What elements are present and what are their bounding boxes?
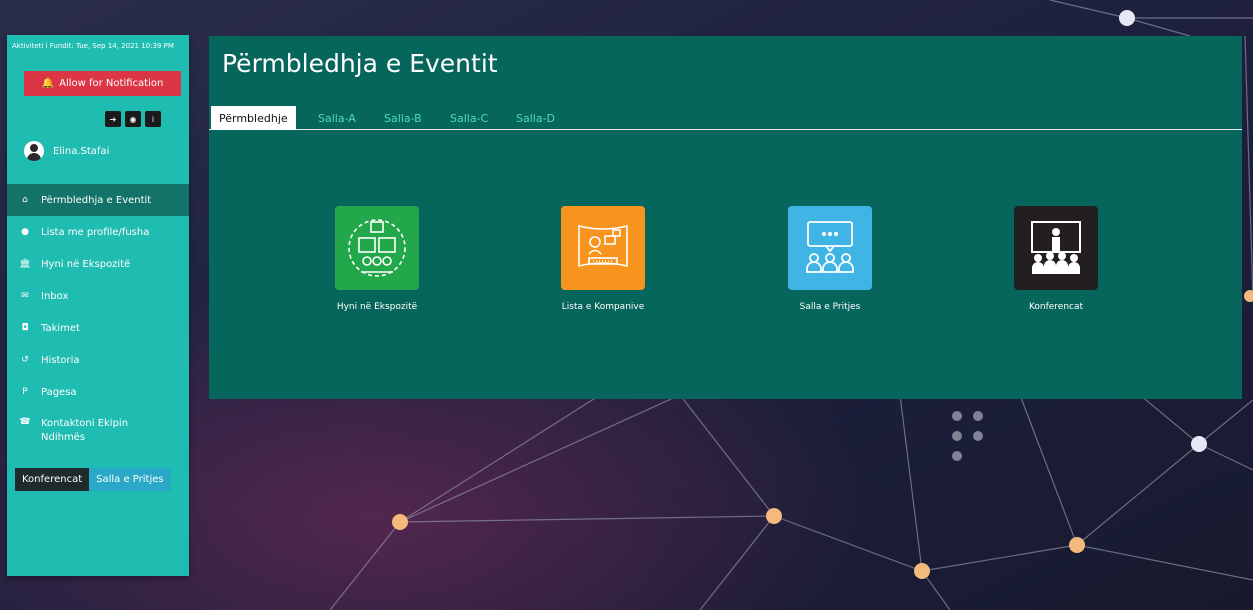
globe-icon[interactable]: ◉ — [125, 111, 141, 127]
sidebar-item-contact-support[interactable]: ☎ Kontaktoni Ekipin Ndihmës — [7, 408, 189, 452]
sidebar-item-exhibition[interactable]: 🏛 Hyni në Ekspozitë — [7, 248, 189, 280]
card-label: Hyni në Ekspozitë — [336, 302, 418, 312]
history-icon: ↺ — [21, 355, 29, 365]
card-company-list[interactable]: Lista e Kompanive — [543, 206, 663, 312]
sidebar-item-label: Inbox — [41, 290, 69, 302]
username: Elina.Stafai — [53, 145, 110, 157]
exhibition-icon[interactable] — [335, 206, 419, 290]
camera-icon: ◘ — [21, 323, 29, 333]
user-icon: ● — [21, 227, 29, 237]
page-title: Përmbledhja e Eventit — [222, 49, 498, 78]
card-label: Lista e Kompanive — [561, 302, 645, 312]
allow-notification-button[interactable]: 🔔 Allow for Notification — [24, 71, 181, 96]
sidebar-item-label: Përmbledhja e Eventit — [41, 194, 152, 206]
sidebar-item-meetings[interactable]: ◘ Takimet — [7, 312, 189, 344]
sidebar-item-label: Historia — [41, 354, 80, 366]
tab-conferences[interactable]: Konferencat — [15, 468, 90, 491]
card-waiting-room[interactable]: Salla e Pritjes — [770, 206, 890, 312]
tab-salla-b[interactable]: Salla-B — [376, 106, 430, 130]
quick-actions: ➔ ◉ i — [105, 111, 161, 127]
envelope-icon: ✉ — [21, 291, 29, 301]
tab-waiting-room[interactable]: Salla e Pritjes — [89, 468, 171, 491]
waiting-room-icon[interactable] — [788, 206, 872, 290]
sidebar: Aktiviteti i Fundit: Tue, Sep 14, 2021 1… — [7, 35, 189, 576]
sidebar-item-label: Pagesa — [41, 386, 77, 398]
avatar — [24, 141, 44, 161]
bank-icon: 🏛 — [19, 259, 31, 269]
user-profile[interactable]: Elina.Stafai — [24, 141, 109, 161]
tab-salla-c[interactable]: Salla-C — [442, 106, 496, 130]
event-overview-panel: Përmbledhja e Eventit Përmbledhje Salla-… — [209, 36, 1242, 399]
sidebar-item-profile-list[interactable]: ● Lista me profile/fusha — [7, 216, 189, 248]
allow-notification-label: Allow for Notification — [59, 78, 164, 89]
sidebar-item-label: Kontaktoni Ekipin Ndihmës — [41, 418, 129, 443]
info-icon[interactable]: i — [145, 111, 161, 127]
tab-salla-a[interactable]: Salla-A — [310, 106, 364, 130]
bell-icon: 🔔 — [41, 78, 55, 89]
sidebar-item-history[interactable]: ↺ Historia — [7, 344, 189, 376]
card-label: Konferencat — [1028, 302, 1084, 312]
card-label: Salla e Pritjes — [799, 302, 861, 312]
logout-icon[interactable]: ➔ — [105, 111, 121, 127]
card-conferences[interactable]: Konferencat — [996, 206, 1116, 312]
tab-salla-d[interactable]: Salla-D — [508, 106, 563, 130]
sidebar-item-label: Hyni në Ekspozitë — [41, 258, 131, 270]
tab-overview[interactable]: Përmbledhje — [211, 106, 296, 130]
home-icon: ⌂ — [22, 195, 28, 205]
sidebar-item-inbox[interactable]: ✉ Inbox — [7, 280, 189, 312]
sidebar-item-payment[interactable]: P Pagesa — [7, 376, 189, 408]
room-tabs: Konferencat Salla e Pritjes — [15, 468, 171, 491]
hall-tabs: Përmbledhje Salla-A Salla-B Salla-C Sall… — [209, 102, 1242, 130]
last-activity-text: Aktiviteti i Fundit: Tue, Sep 14, 2021 1… — [12, 42, 174, 50]
sidebar-item-label: Lista me profile/fusha — [41, 226, 150, 238]
phone-icon: ☎ — [19, 417, 31, 427]
card-exhibition[interactable]: Hyni në Ekspozitë — [317, 206, 437, 312]
paypal-icon: P — [22, 387, 28, 397]
sidebar-item-label: Takimet — [41, 322, 80, 334]
sidebar-nav: ⌂ Përmbledhja e Eventit ● Lista me profi… — [7, 184, 189, 452]
company-list-icon[interactable] — [561, 206, 645, 290]
conference-icon[interactable] — [1014, 206, 1098, 290]
sidebar-item-event-overview[interactable]: ⌂ Përmbledhja e Eventit — [7, 184, 189, 216]
